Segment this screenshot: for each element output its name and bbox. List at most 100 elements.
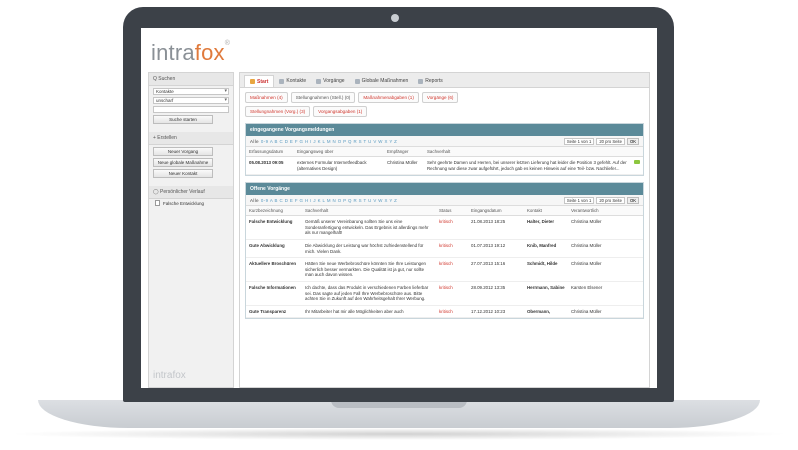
open-cases-title: Offene Vorgänge <box>246 183 643 196</box>
cell-name: Falsche Informationen <box>246 281 302 306</box>
column-header[interactable]: Eingangsweg über <box>294 147 384 157</box>
app-screen: intrafox® Q Suchen Kontakte unscharf Suc… <box>141 28 657 388</box>
column-header[interactable]: Status <box>436 206 468 217</box>
pager: Seite 1 von 1 20 pro Seite OK <box>563 137 639 145</box>
cell-date: 27.07.2013 15:16 <box>468 257 524 282</box>
search-start-button[interactable]: Suche starten <box>153 115 213 124</box>
main-content: Start Kontakte Vorgänge Globale Maßnahme… <box>239 72 650 388</box>
new-contact-button[interactable]: Neuer Kontakt <box>153 169 213 178</box>
open-cases-table: Kurzbezeichnung Sachverhalt Status Einga… <box>246 206 643 319</box>
message-icon[interactable] <box>634 160 640 164</box>
cell-text: Ihr Mitarbeiter hat mir alle Möglichkeit… <box>302 305 436 319</box>
table-row[interactable]: Falsche Entwicklung Gemäß unserer Verein… <box>246 215 643 240</box>
cases-icon <box>316 78 322 84</box>
new-global-measure-button[interactable]: Neue globale Maßnahme <box>153 158 213 167</box>
pager: Seite 1 von 1 20 pro Seite OK <box>563 196 639 204</box>
history-section-title: ◯ Persönlicher Verlauf <box>149 186 233 199</box>
table-row[interactable]: Falsche Informationen Ich dachte, dass d… <box>246 281 643 306</box>
document-icon <box>155 200 160 206</box>
alpha-filter[interactable]: Alle 0-9 A B C D E F G H I J K L M N O P … <box>250 139 397 144</box>
cell-text: Ich dachte, dass das Produkt in verschie… <box>302 281 436 306</box>
cell-name: Aktuellere Broschüren <box>246 257 302 282</box>
chip-statements-vorg[interactable]: Stellungnahmen (Vorg.) (3) <box>245 106 311 117</box>
search-section-title: Q Suchen <box>149 73 233 86</box>
tab-reports[interactable]: Reports <box>413 75 448 87</box>
table-row[interactable]: Aktuellere Broschüren Hätten Sie neue We… <box>246 257 643 282</box>
table-row[interactable]: 05.08.2013 09:05 externes Formular Inter… <box>246 156 643 176</box>
cell-owner: Christina Müller <box>568 239 643 259</box>
cell-owner: Christina Müller <box>568 257 643 282</box>
incoming-table: Erfassungsdatum Eingangsweg über Empfäng… <box>246 147 643 176</box>
cell-status: kritisch <box>436 305 468 319</box>
column-header[interactable]: Eingangsdatum <box>468 206 524 217</box>
create-section-title: + Erstellen <box>149 132 233 145</box>
cell-name: Falsche Entwicklung <box>246 215 302 240</box>
new-case-button[interactable]: Neuer Vorgang <box>153 147 213 156</box>
sidebar: Q Suchen Kontakte unscharf Suche starten… <box>148 72 234 388</box>
cell-contact: Knib, Manfred <box>524 239 568 259</box>
column-header[interactable]: Kurzbezeichnung <box>246 206 302 217</box>
history-item[interactable]: Falsche Entwicklung <box>149 199 233 207</box>
chip-cases[interactable]: Vorgänge (6) <box>421 92 459 103</box>
tab-global-measures[interactable]: Globale Maßnahmen <box>350 75 414 87</box>
cell-date: 21.08.2013 18:25 <box>468 215 524 240</box>
chip-measure-handovers[interactable]: Maßnahmenabgaben (1) <box>358 92 419 103</box>
tab-bar: Start Kontakte Vorgänge Globale Maßnahme… <box>240 73 649 88</box>
chip-statements-stell[interactable]: Stellungnahmen (Stell.) (0) <box>290 92 356 103</box>
cell-text: Hätten Sie neue Werbebroschüre könnten S… <box>302 257 436 282</box>
reports-icon <box>418 78 424 84</box>
cell-status: kritisch <box>436 215 468 240</box>
table-row[interactable]: Gute Transparenz Ihr Mitarbeiter hat mir… <box>246 305 643 319</box>
open-cases-panel: Offene Vorgänge Alle 0-9 A B C D E F G H … <box>245 182 644 320</box>
laptop-mockup: intrafox® Q Suchen Kontakte unscharf Suc… <box>0 0 798 450</box>
star-icon <box>250 79 255 84</box>
cell-status: kritisch <box>436 281 468 306</box>
app-logo: intrafox® <box>151 40 231 65</box>
cell-owner: Christina Müller <box>568 215 643 240</box>
column-header[interactable]: Kontakt <box>524 206 568 217</box>
cell-contact: Herrmann, Sabine <box>524 281 568 306</box>
cell-date: 01.07.2013 19:12 <box>468 239 524 259</box>
cell-channel: externes Formular Internetfeedback (alte… <box>294 156 384 176</box>
cell-date: 28.09.2012 13:35 <box>468 281 524 306</box>
ok-button[interactable]: OK <box>626 196 639 204</box>
cell-contact: Obermann, <box>524 305 568 319</box>
laptop-lid: intrafox® Q Suchen Kontakte unscharf Suc… <box>123 7 674 402</box>
chip-case-handovers[interactable]: Vorgangsabgaben (1) <box>313 106 368 117</box>
page-select[interactable]: Seite 1 von 1 <box>563 196 595 204</box>
tab-contacts[interactable]: Kontakte <box>274 75 311 87</box>
per-page-select[interactable]: 20 pro Seite <box>596 196 625 204</box>
cell-name: Gute Transparenz <box>246 305 302 319</box>
summary-chips: Maßnahmen (4) Stellungnahmen (Stell.) (0… <box>240 88 500 117</box>
column-header[interactable]: Verantwortlich <box>568 206 643 217</box>
tab-cases[interactable]: Vorgänge <box>311 75 349 87</box>
cell-text: Gemäß unserer Vereinbarung sollten Sie u… <box>302 215 436 240</box>
laptop-shadow <box>6 428 792 440</box>
incoming-panel-title: eingegangene Vorgangsmeldungen <box>246 124 643 136</box>
measures-icon <box>354 78 360 84</box>
cell-text: Sehr geehrte Damen und Herren, bei unser… <box>424 156 631 176</box>
per-page-select[interactable]: 20 pro Seite <box>596 137 625 145</box>
chip-measures[interactable]: Maßnahmen (4) <box>245 92 288 103</box>
column-header[interactable]: Empfänger <box>384 147 424 157</box>
search-input[interactable] <box>153 106 229 113</box>
cell-recipient: Christina Müller <box>384 156 424 176</box>
page-select[interactable]: Seite 1 von 1 <box>563 137 595 145</box>
cell-date: 17.12.2012 10:23 <box>468 305 524 319</box>
column-header[interactable]: Erfassungsdatum <box>246 147 294 157</box>
cell-name: Gute Abwicklung <box>246 239 302 259</box>
alpha-filter[interactable]: Alle 0-9 A B C D E F G H I J K L M N O P … <box>250 198 397 203</box>
footer-logo: intrafox <box>153 370 186 381</box>
cell-status: kritisch <box>436 239 468 259</box>
column-header[interactable]: Sachverhalt <box>302 206 436 217</box>
search-mode-select[interactable]: unscharf <box>153 97 229 104</box>
cell-owner: Christina Müller <box>568 305 643 319</box>
column-header[interactable]: Sachverhalt <box>424 147 631 157</box>
incoming-panel: eingegangene Vorgangsmeldungen Alle 0-9 A… <box>245 123 644 177</box>
camera-icon <box>391 14 399 22</box>
tab-start[interactable]: Start <box>244 75 275 87</box>
alpha-filter-bar: Alle 0-9 A B C D E F G H I J K L M N O P … <box>246 136 643 147</box>
search-category-select[interactable]: Kontakte <box>153 88 229 95</box>
table-row[interactable]: Gute Abwicklung Die Abwicklung der Leist… <box>246 239 643 259</box>
ok-button[interactable]: OK <box>626 137 639 145</box>
